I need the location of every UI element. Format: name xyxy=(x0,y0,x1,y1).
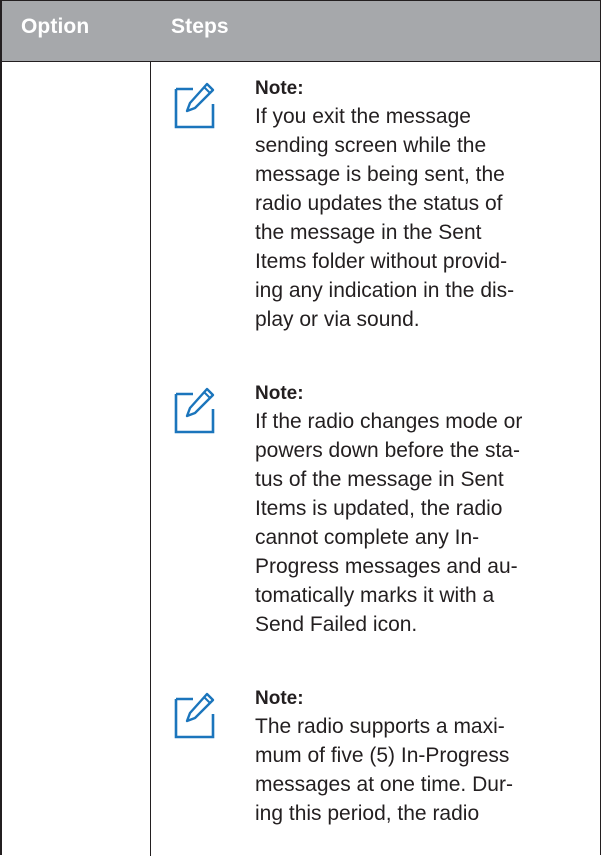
note-title: Note: xyxy=(255,688,304,709)
note-line: If the radio changes mode or xyxy=(255,410,523,433)
note-line: tus of the message in Sent xyxy=(255,468,504,491)
note-title: Note: xyxy=(255,383,304,404)
note-line: the message in the Sent xyxy=(255,221,482,244)
note-line: radio updates the status of xyxy=(255,192,503,215)
note-line: messages at one time. Dur- xyxy=(255,773,513,796)
note-body: The radio supports a maxi- mum of five (… xyxy=(255,712,595,828)
note-line: cannot complete any In- xyxy=(255,526,480,549)
table-header-row: Option Steps xyxy=(2,1,600,62)
note-line: play or via sound. xyxy=(255,308,420,331)
note-line: The radio supports a maxi- xyxy=(255,715,505,738)
note-line: Progress messages and au- xyxy=(255,555,518,578)
note-line: ing this period, the radio xyxy=(255,802,480,825)
note-line: powers down before the sta- xyxy=(255,439,520,462)
note-pencil-icon xyxy=(173,385,215,435)
note-line: Items folder without provid- xyxy=(255,250,508,273)
note-line: ing any indication in the dis- xyxy=(255,279,515,302)
note-title: Note: xyxy=(255,78,304,99)
note-body: If the radio changes mode or powers down… xyxy=(255,407,595,639)
note-line: mum of five (5) In-Progress xyxy=(255,744,510,767)
column-divider xyxy=(150,62,151,856)
note-line: message is being sent, the xyxy=(255,163,505,186)
note-pencil-icon xyxy=(173,690,215,740)
column-header-steps: Steps xyxy=(171,15,229,38)
note-line: If you exit the message xyxy=(255,105,471,128)
note-line: Items is updated, the radio xyxy=(255,497,503,520)
note-body: If you exit the message sending screen w… xyxy=(255,102,595,334)
note-line: sending screen while the xyxy=(255,134,487,157)
note-line: tomatically marks it with a xyxy=(255,584,495,607)
note-pencil-icon xyxy=(173,80,215,130)
column-header-option: Option xyxy=(21,15,90,38)
note-line: Send Failed icon. xyxy=(255,613,418,636)
